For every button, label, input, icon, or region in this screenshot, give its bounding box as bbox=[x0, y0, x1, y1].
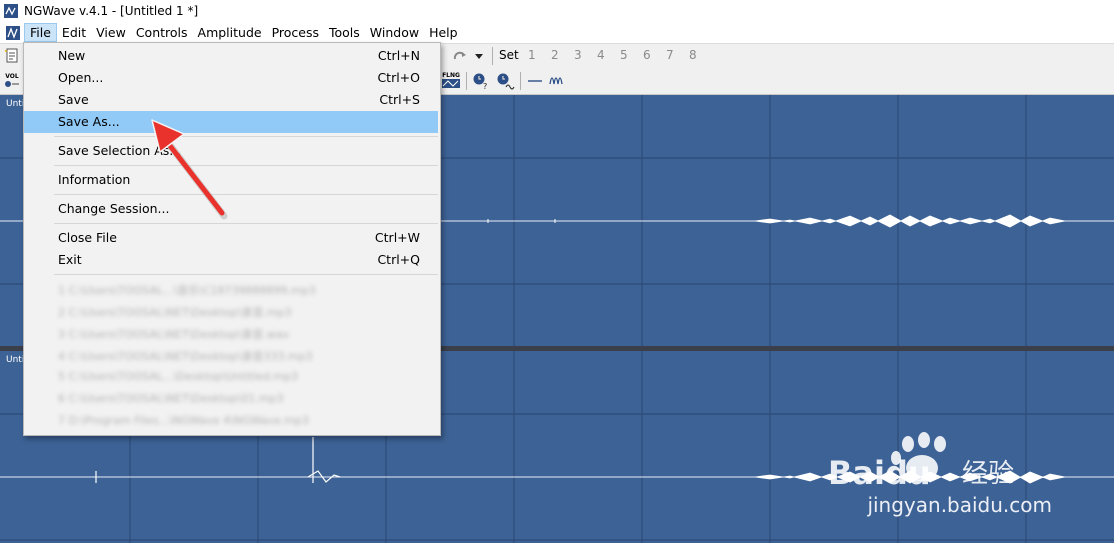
menu-item-exit[interactable]: Exit Ctrl+Q bbox=[24, 249, 438, 271]
menu-item-close-file[interactable]: Close File Ctrl+W bbox=[24, 227, 438, 249]
menu-view[interactable]: View bbox=[91, 23, 131, 42]
title-bar: NGWave v.4.1 - [Untitled 1 *] bbox=[0, 0, 1114, 22]
menu-process[interactable]: Process bbox=[267, 23, 324, 42]
redo-icon[interactable] bbox=[452, 48, 468, 64]
recent-file-6[interactable]: 6 C:\Users\TOOSAL\NET\Desktop\01.mp3 bbox=[58, 392, 284, 405]
app-icon bbox=[4, 4, 18, 18]
time-help-icon[interactable]: ? bbox=[471, 71, 491, 91]
preset-5[interactable]: 5 bbox=[620, 48, 628, 62]
menu-item-label: Open... bbox=[58, 70, 104, 85]
watermark-cn: 经验 bbox=[962, 459, 1014, 489]
menu-item-save[interactable]: Save Ctrl+S bbox=[24, 89, 438, 111]
menu-item-label: Save bbox=[58, 92, 89, 107]
menu-item-new[interactable]: New Ctrl+N bbox=[24, 45, 438, 67]
menu-tools[interactable]: Tools bbox=[324, 23, 365, 42]
volume-label: VOL bbox=[5, 72, 19, 80]
flanger-icon bbox=[442, 79, 460, 88]
menu-amplitude[interactable]: Amplitude bbox=[193, 23, 267, 42]
preset-2[interactable]: 2 bbox=[551, 48, 559, 62]
recent-file-4[interactable]: 4 C:\Users\TOOSAL\NET\Desktop\录音333.mp3 bbox=[58, 348, 313, 364]
recent-file-5[interactable]: 5 C:\Users\TOOSAL...\Desktop\Untitled.mp… bbox=[58, 370, 298, 383]
sine-wave-icon[interactable] bbox=[548, 72, 566, 90]
menu-separator bbox=[54, 165, 438, 166]
preset-3[interactable]: 3 bbox=[574, 48, 582, 62]
toolbar-separator bbox=[492, 47, 493, 65]
preset-6[interactable]: 6 bbox=[643, 48, 651, 62]
menu-help[interactable]: Help bbox=[424, 23, 463, 42]
file-menu-dropdown: New Ctrl+N Open... Ctrl+O Save Ctrl+S Sa… bbox=[23, 42, 441, 436]
menu-item-shortcut: Ctrl+W bbox=[374, 230, 420, 245]
volume-button[interactable]: VOL bbox=[2, 70, 22, 90]
volume-icon bbox=[5, 80, 19, 87]
menu-item-shortcut: Ctrl+O bbox=[377, 70, 420, 85]
menu-window[interactable]: Window bbox=[365, 23, 424, 42]
menu-item-shortcut: Ctrl+N bbox=[377, 48, 420, 63]
time-wave-icon[interactable] bbox=[495, 71, 517, 91]
menu-edit[interactable]: Edit bbox=[57, 23, 91, 42]
recent-file-1[interactable]: 1 C:\Users\TOOSAL...\音乐\C18739888899.mp3 bbox=[58, 282, 316, 298]
flanger-button[interactable]: FLNG bbox=[440, 70, 462, 90]
menu-controls[interactable]: Controls bbox=[131, 23, 193, 42]
menu-item-label: Close File bbox=[58, 230, 117, 245]
preset-7[interactable]: 7 bbox=[666, 48, 674, 62]
document-icon[interactable] bbox=[6, 25, 20, 40]
menu-file[interactable]: File bbox=[24, 23, 57, 42]
preset-8[interactable]: 8 bbox=[689, 48, 697, 62]
preset-1[interactable]: 1 bbox=[528, 48, 536, 62]
track-2-label: Unti bbox=[6, 355, 25, 365]
menu-item-shortcut: Ctrl+Q bbox=[377, 252, 420, 267]
menu-separator bbox=[54, 136, 438, 137]
menu-item-label: Information bbox=[58, 172, 131, 187]
recent-file-2[interactable]: 2 C:\Users\TOOSAL\NET\Desktop\录音.mp3 bbox=[58, 304, 292, 320]
recent-file-3[interactable]: 3 C:\Users\TOOSAL\NET\Desktop\录音.wav bbox=[58, 326, 289, 342]
svg-text:?: ? bbox=[483, 82, 487, 90]
menu-separator bbox=[54, 223, 438, 224]
redo-dropdown-icon[interactable] bbox=[473, 50, 485, 62]
menu-separator bbox=[54, 274, 438, 275]
track-1-label: Unti bbox=[6, 99, 25, 109]
flat-line-icon[interactable] bbox=[526, 72, 544, 90]
menu-item-label: New bbox=[58, 48, 86, 63]
new-file-icon[interactable] bbox=[3, 47, 21, 65]
watermark-brand: Baidu bbox=[828, 454, 931, 492]
toolbar-separator bbox=[466, 72, 467, 90]
watermark-url: jingyan.baidu.com bbox=[867, 493, 1052, 517]
flanger-label: FLNG bbox=[442, 72, 460, 79]
window-title: NGWave v.4.1 - [Untitled 1 *] bbox=[24, 4, 199, 18]
menu-bar: File Edit View Controls Amplitude Proces… bbox=[0, 22, 1114, 44]
recent-file-7[interactable]: 7 D:\Program Files...\NGWave 4\NGWave.mp… bbox=[58, 414, 309, 427]
set-label: Set bbox=[499, 48, 519, 62]
menu-item-shortcut: Ctrl+S bbox=[379, 92, 420, 107]
menu-separator bbox=[54, 194, 438, 195]
annotation-arrow-icon bbox=[151, 119, 228, 220]
menu-item-label: Save As... bbox=[58, 114, 120, 129]
toolbar-separator bbox=[520, 72, 521, 90]
menu-item-label: Exit bbox=[58, 252, 82, 267]
preset-4[interactable]: 4 bbox=[597, 48, 605, 62]
menu-item-open[interactable]: Open... Ctrl+O bbox=[24, 67, 438, 89]
